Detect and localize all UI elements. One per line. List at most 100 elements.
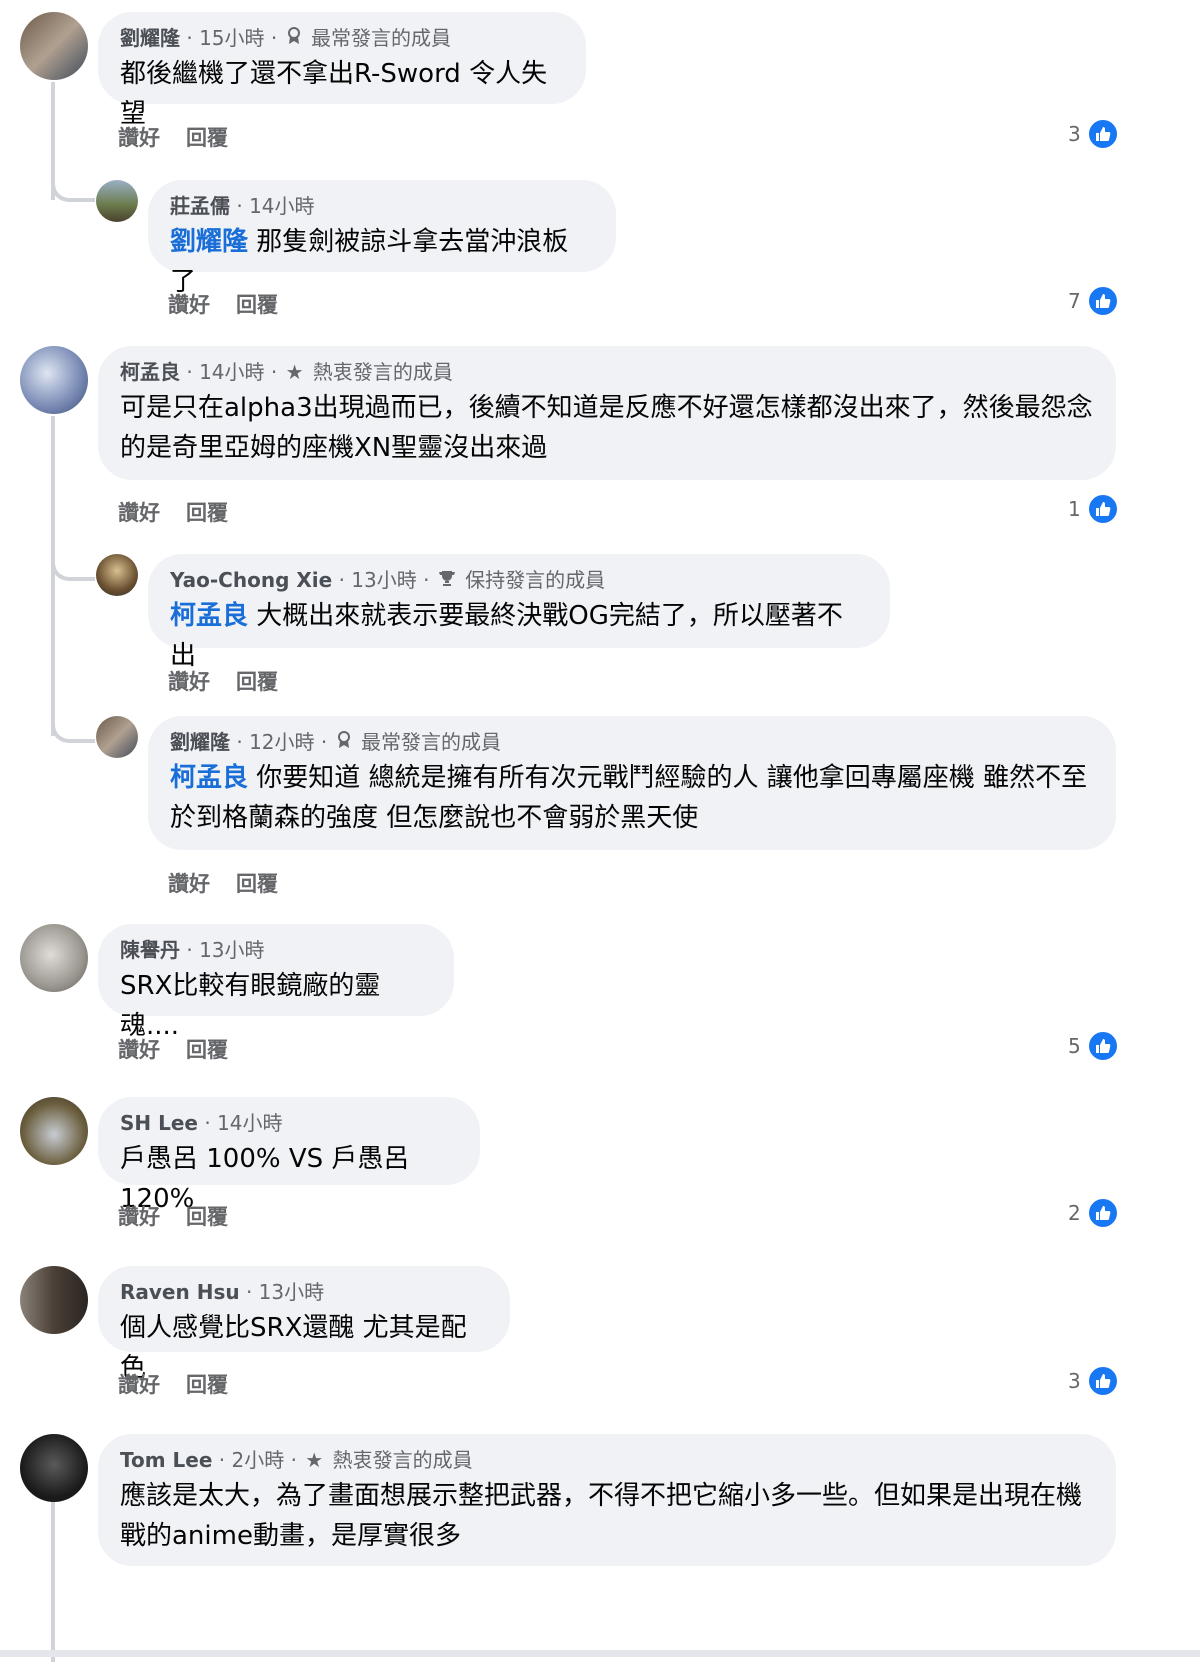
separator: · — [423, 568, 430, 592]
reaction-count[interactable]: 3 — [1068, 118, 1119, 150]
separator: · — [186, 360, 193, 384]
separator: · — [204, 1111, 211, 1135]
mention-link[interactable]: 柯孟良 — [170, 763, 248, 793]
reply-button[interactable]: 回覆 — [236, 670, 278, 694]
author-name[interactable]: 劉耀隆 — [170, 730, 230, 754]
mention-link[interactable]: 劉耀隆 — [170, 227, 248, 257]
reply-button[interactable]: 回覆 — [186, 1373, 228, 1397]
avatar[interactable] — [96, 716, 138, 758]
separator: · — [218, 1448, 226, 1472]
comment-body: 應該是太大，為了畫面想展示整把武器，不得不把它縮小多一些。但如果是出現在機戰的a… — [120, 1481, 1083, 1551]
reaction-count[interactable]: 2 — [1068, 1197, 1119, 1229]
avatar[interactable] — [20, 12, 88, 80]
like-button[interactable]: 讚好 — [118, 501, 160, 525]
like-count: 3 — [1068, 1369, 1081, 1393]
comment-body: SRX比較有眼鏡廠的靈魂.... — [120, 971, 381, 1041]
separator: · — [186, 26, 193, 50]
comment-text: 柯孟良 你要知道 總統是擁有所有次元戰鬥經驗的人 讓他拿回專屬座機 雖然不至於到… — [170, 758, 1094, 838]
avatar[interactable] — [20, 924, 88, 992]
comment-bubble: 陳譽丹 · 13小時 SRX比較有眼鏡廠的靈魂.... — [98, 924, 454, 1041]
comment-body: 你要知道 總統是擁有所有次元戰鬥經驗的人 讓他拿回專屬座機 雖然不至於到格蘭森的… — [170, 763, 1088, 833]
timestamp[interactable]: 15小時 — [199, 26, 264, 50]
author-name[interactable]: Yao-Chong Xie — [170, 568, 332, 592]
comment-meta: Tom Lee · 2小時 · ★ 熱衷發言的成員 — [120, 1446, 1094, 1474]
timestamp[interactable]: 12小時 — [249, 730, 314, 754]
author-name[interactable]: Raven Hsu — [120, 1280, 240, 1304]
like-count: 1 — [1068, 497, 1081, 521]
mention-link[interactable]: 柯孟良 — [170, 601, 248, 631]
separator: · — [236, 194, 243, 218]
reply-bubble: 莊孟儒 · 14小時 劉耀隆 那隻劍被諒斗拿去當沖浪板了 — [148, 180, 616, 297]
timestamp[interactable]: 14小時 — [217, 1111, 282, 1135]
comment-meta: 莊孟儒 · 14小時 — [170, 192, 594, 220]
reply-button[interactable]: 回覆 — [236, 872, 278, 896]
member-badge: 熱衷發言的成員 — [312, 360, 453, 384]
like-count: 7 — [1068, 289, 1081, 313]
reply-button[interactable]: 回覆 — [186, 126, 228, 150]
like-button[interactable]: 讚好 — [118, 126, 160, 150]
author-name[interactable]: 莊孟儒 — [170, 194, 230, 218]
timestamp[interactable]: 13小時 — [351, 568, 416, 592]
reply-button[interactable]: 回覆 — [186, 1038, 228, 1062]
star-icon: ★ — [285, 360, 304, 384]
reaction-count[interactable]: 3 — [1068, 1365, 1119, 1397]
reply-button[interactable]: 回覆 — [186, 1205, 228, 1229]
comment-actions: 讚好 回覆 — [168, 666, 304, 696]
like-count: 3 — [1068, 122, 1081, 146]
like-button[interactable]: 讚好 — [168, 293, 210, 317]
comment-actions: 讚好 回覆 — [168, 868, 304, 898]
timestamp[interactable]: 13小時 — [199, 938, 264, 962]
comment-bubble: 柯孟良 · 14小時 · ★ 熱衷發言的成員 可是只在alpha3出現過而已，後… — [98, 346, 1116, 480]
bottom-divider — [0, 1650, 1200, 1657]
comment-actions: 讚好 回覆 — [118, 1201, 254, 1231]
author-name[interactable]: 陳譽丹 — [120, 938, 180, 962]
comment-actions: 讚好 回覆 — [118, 1369, 254, 1399]
author-name[interactable]: 柯孟良 — [120, 360, 180, 384]
like-count: 2 — [1068, 1201, 1081, 1225]
avatar[interactable] — [96, 554, 138, 596]
timestamp[interactable]: 2小時 — [231, 1448, 284, 1472]
author-name[interactable]: Tom Lee — [120, 1448, 212, 1472]
thumbs-up-icon — [1086, 493, 1119, 525]
reaction-count[interactable]: 7 — [1068, 285, 1119, 317]
thumbs-up-icon — [1086, 118, 1119, 150]
avatar[interactable] — [20, 1097, 88, 1165]
reaction-count[interactable]: 1 — [1068, 493, 1119, 525]
comment-meta: 劉耀隆 · 12小時 · 最常發言的成員 — [170, 728, 1094, 756]
separator: · — [236, 730, 243, 754]
author-name[interactable]: SH Lee — [120, 1111, 198, 1135]
comment-text: 應該是太大，為了畫面想展示整把武器，不得不把它縮小多一些。但如果是出現在機戰的a… — [120, 1476, 1094, 1556]
author-name[interactable]: 劉耀隆 — [120, 26, 180, 50]
like-button[interactable]: 讚好 — [118, 1205, 160, 1229]
comment-meta: SH Lee · 14小時 — [120, 1109, 458, 1137]
member-badge: 保持發言的成員 — [465, 568, 606, 592]
like-button[interactable]: 讚好 — [118, 1373, 160, 1397]
like-count: 5 — [1068, 1034, 1081, 1058]
thread-line — [51, 1502, 55, 1662]
reply-button[interactable]: 回覆 — [236, 293, 278, 317]
reaction-count[interactable]: 5 — [1068, 1030, 1119, 1062]
thread-connector — [51, 150, 95, 202]
like-button[interactable]: 讚好 — [168, 872, 210, 896]
reply-button[interactable]: 回覆 — [186, 501, 228, 525]
avatar[interactable] — [20, 346, 88, 414]
avatar[interactable] — [20, 1434, 88, 1502]
like-button[interactable]: 讚好 — [168, 670, 210, 694]
comment-meta: 劉耀隆 · 15小時 · 最常發言的成員 — [120, 24, 564, 52]
timestamp[interactable]: 14小時 — [199, 360, 264, 384]
comment-bubble: Raven Hsu · 13小時 個人感覺比SRX還醜 尤其是配色 — [98, 1266, 510, 1383]
member-badge: 熱衷發言的成員 — [332, 1448, 473, 1472]
comment-body: 可是只在alpha3出現過而已，後續不知道是反應不好還怎樣都沒出來了，然後最怨念… — [120, 393, 1093, 463]
thread-connector — [51, 705, 95, 743]
timestamp[interactable]: 13小時 — [259, 1280, 324, 1304]
separator: · — [270, 360, 278, 384]
member-badge: 最常發言的成員 — [310, 26, 451, 50]
avatar[interactable] — [20, 1266, 88, 1334]
comment-body: 大概出來就表示要最終決戰OG完結了，所以壓著不出 — [170, 601, 843, 671]
comment-body: 都後繼機了還不拿出R-Sword 令人失望 — [120, 59, 548, 129]
comment-actions: 讚好 回覆 — [118, 497, 254, 527]
timestamp[interactable]: 14小時 — [249, 194, 314, 218]
thread-connector — [51, 545, 95, 581]
avatar[interactable] — [96, 180, 138, 222]
like-button[interactable]: 讚好 — [118, 1038, 160, 1062]
